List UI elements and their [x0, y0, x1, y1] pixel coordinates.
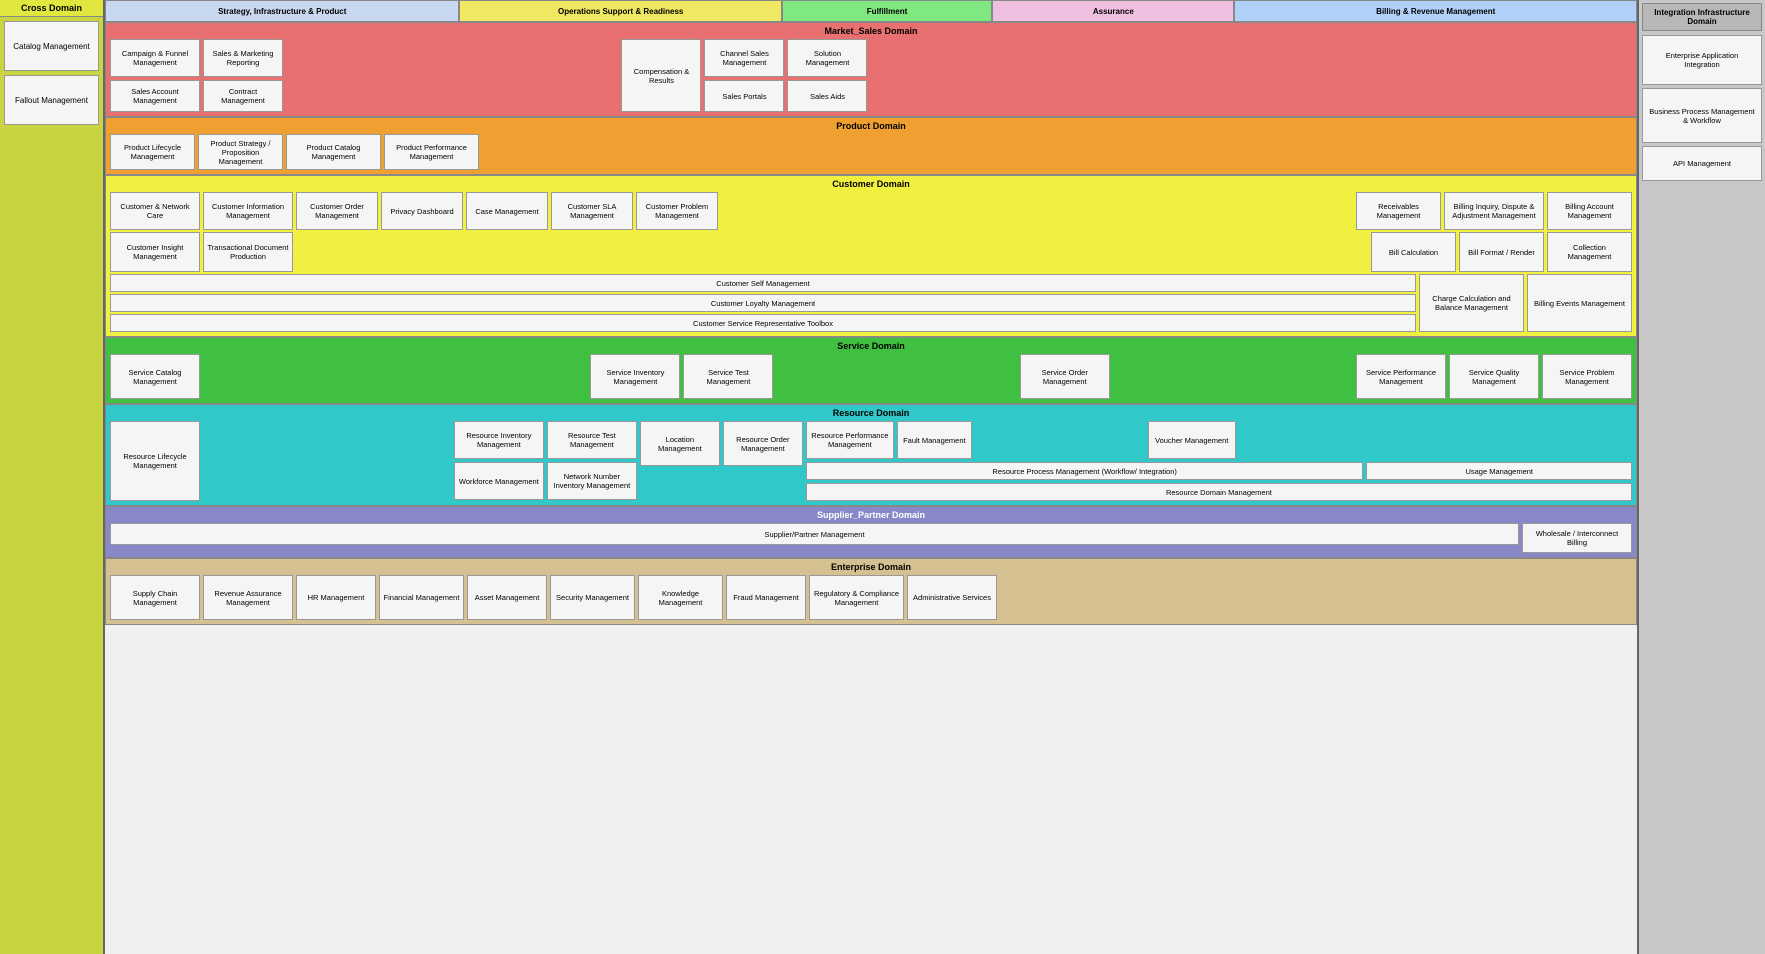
knowledge-mgmt-box[interactable]: Knowledge Management	[638, 575, 723, 620]
band-billing: Billing & Revenue Management	[1234, 0, 1637, 22]
fraud-mgmt-box[interactable]: Fraud Management	[726, 575, 806, 620]
resource-domain-label: Resource Domain	[108, 407, 1634, 419]
header-bands: Strategy, Infrastructure & Product Opera…	[105, 0, 1637, 22]
resource-domain-mgmt-bar[interactable]: Resource Domain Management	[806, 483, 1632, 501]
service-catalog-box[interactable]: Service Catalog Management	[110, 354, 200, 399]
workforce-mgmt-box[interactable]: Workforce Management	[454, 462, 544, 500]
integration-infra-label: Integration Infrastructure Domain	[1642, 3, 1762, 31]
channel-sales-box[interactable]: Channel Sales Management	[704, 39, 784, 77]
enterprise-domain: Enterprise Domain Supply Chain Managemen…	[105, 558, 1637, 625]
fault-mgmt-box[interactable]: Fault Management	[897, 421, 972, 459]
service-inventory-box[interactable]: Service Inventory Management	[590, 354, 680, 399]
product-catalog-box[interactable]: Product Catalog Management	[286, 134, 381, 170]
wholesale-billing-box[interactable]: Wholesale / Interconnect Billing	[1522, 523, 1632, 553]
hr-mgmt-box[interactable]: HR Management	[296, 575, 376, 620]
main-content: Strategy, Infrastructure & Product Opera…	[105, 0, 1637, 954]
customer-info-mgmt-box[interactable]: Customer Information Management	[203, 192, 293, 230]
service-performance-box[interactable]: Service Performance Management	[1356, 354, 1446, 399]
product-strategy-box[interactable]: Product Strategy / Proposition Managemen…	[198, 134, 283, 170]
admin-services-box[interactable]: Administrative Services	[907, 575, 997, 620]
service-quality-box[interactable]: Service Quality Management	[1449, 354, 1539, 399]
enterprise-app-integration-box[interactable]: Enterprise Application Integration	[1642, 35, 1762, 85]
campaign-funnel-box[interactable]: Campaign & Funnel Management	[110, 39, 200, 77]
service-order-box[interactable]: Service Order Management	[1020, 354, 1110, 399]
service-test-box[interactable]: Service Test Management	[683, 354, 773, 399]
right-sidebar: Integration Infrastructure Domain Enterp…	[1637, 0, 1765, 954]
supplier-domain-label: Supplier_Partner Domain	[108, 509, 1634, 521]
security-mgmt-box[interactable]: Security Management	[550, 575, 635, 620]
resource-lifecycle-box[interactable]: Resource Lifecycle Management	[110, 421, 200, 501]
market-sales-domain: Market_Sales Domain Campaign & Funnel Ma…	[105, 22, 1637, 117]
service-problem-box[interactable]: Service Problem Management	[1542, 354, 1632, 399]
service-domain: Service Domain Service Catalog Managemen…	[105, 337, 1637, 404]
supplier-domain: Supplier_Partner Domain Supplier/Partner…	[105, 506, 1637, 558]
contract-mgmt-box[interactable]: Sales Portals	[704, 80, 784, 112]
sales-portals-box[interactable]: Sales Aids	[787, 80, 867, 112]
customer-domain-label: Customer Domain	[108, 178, 1634, 190]
location-mgmt-box[interactable]: Location Management	[640, 421, 720, 466]
resource-order-box[interactable]: Resource Order Management	[723, 421, 803, 466]
product-lifecycle-box[interactable]: Product Lifecycle Management	[110, 134, 195, 170]
usage-mgmt-bar[interactable]: Usage Management	[1366, 462, 1632, 480]
product-domain-label: Product Domain	[108, 120, 1634, 132]
asset-mgmt-box[interactable]: Asset Management	[467, 575, 547, 620]
sales-marketing-box[interactable]: Sales & Marketing Reporting	[203, 39, 283, 77]
resource-performance-box[interactable]: Resource Performance Management	[806, 421, 894, 459]
voucher-mgmt-box[interactable]: Voucher Management	[1148, 421, 1236, 459]
enterprise-domain-label: Enterprise Domain	[108, 561, 1634, 573]
compensation-results-box[interactable]: Compensation & Results	[621, 39, 701, 112]
market-sales-label: Market_Sales Domain	[108, 25, 1634, 37]
cross-domain-label: Cross Domain	[0, 0, 103, 17]
bpm-workflow-box[interactable]: Business Process Management & Workflow	[1642, 88, 1762, 143]
service-domain-label: Service Domain	[108, 340, 1634, 352]
sales-account-box[interactable]: Contract Management	[203, 80, 283, 112]
supplier-partner-bar[interactable]: Supplier/Partner Management	[110, 523, 1519, 545]
resource-domain: Resource Domain Resource Lifecycle Manag…	[105, 404, 1637, 506]
customer-domain: Customer Domain Customer & Network CareC…	[105, 175, 1637, 337]
solution-mgmt-box[interactable]: Solution Management	[787, 39, 867, 77]
resource-test-box[interactable]: Resource Test Management	[547, 421, 637, 459]
resource-inventory-box[interactable]: Resource Inventory Management	[454, 421, 544, 459]
api-management-box[interactable]: API Management	[1642, 146, 1762, 181]
supply-chain-box[interactable]: Supply Chain Management	[110, 575, 200, 620]
sales-aids-box[interactable]: Sales Account Management	[110, 80, 200, 112]
regulatory-box[interactable]: Regulatory & Compliance Management	[809, 575, 904, 620]
band-operations: Operations Support & Readiness	[459, 0, 781, 22]
fallout-management-box[interactable]: Fallout Management	[4, 75, 99, 125]
product-domain: Product Domain Product Lifecycle Managem…	[105, 117, 1637, 175]
band-assurance: Assurance	[992, 0, 1234, 22]
resource-process-bar[interactable]: Resource Process Management (Workflow/ I…	[806, 462, 1364, 480]
band-strategy: Strategy, Infrastructure & Product	[105, 0, 459, 22]
revenue-assurance-box[interactable]: Revenue Assurance Management	[203, 575, 293, 620]
band-fulfillment: Fulfillment	[782, 0, 992, 22]
network-number-box[interactable]: Network Number Inventory Management	[547, 462, 637, 500]
customer-network-care-box[interactable]: Customer & Network Care	[110, 192, 200, 230]
financial-mgmt-box[interactable]: Financial Management	[379, 575, 464, 620]
product-performance-box[interactable]: Product Performance Management	[384, 134, 479, 170]
left-sidebar: Cross Domain Catalog Management Fallout …	[0, 0, 105, 954]
catalog-management-box[interactable]: Catalog Management	[4, 21, 99, 71]
